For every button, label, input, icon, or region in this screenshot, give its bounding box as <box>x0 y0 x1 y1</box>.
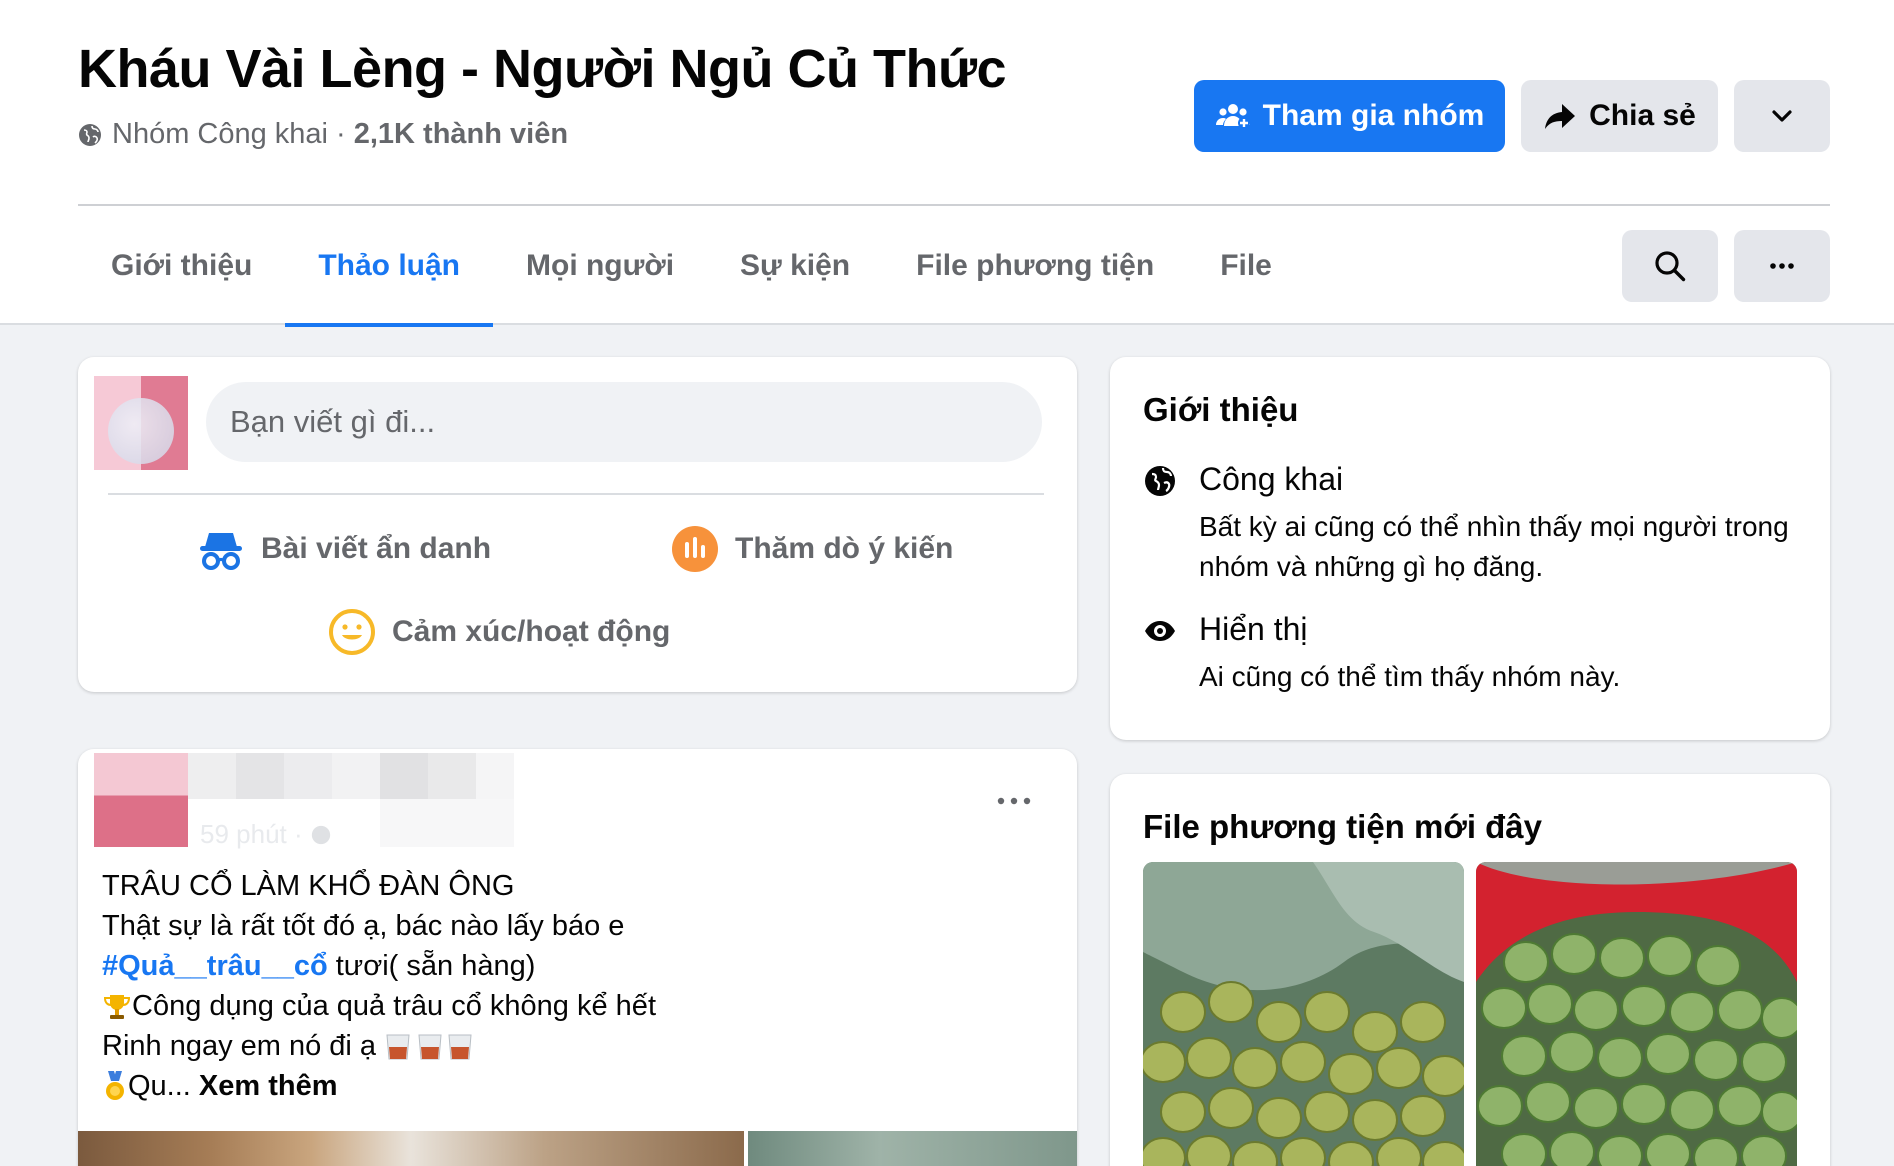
join-group-button[interactable]: Tham gia nhóm <box>1194 80 1505 152</box>
chevron-down-icon <box>1772 110 1792 122</box>
poll-label: Thăm dò ý kiến <box>735 532 954 565</box>
post-line: Rinh ngay em nó đi ạ <box>102 1026 656 1066</box>
incognito-icon <box>200 533 242 570</box>
hashtag-link[interactable]: #Quả__trâu__cổ <box>102 950 328 982</box>
post-more-icon[interactable] <box>992 789 1036 813</box>
more-options-button[interactable] <box>1734 80 1830 152</box>
search-icon <box>1655 251 1686 282</box>
post-line: Qu... Xem thêm <box>102 1066 656 1106</box>
eye-icon <box>1145 621 1175 641</box>
medal-icon <box>106 1071 124 1101</box>
post-line-text: Qu... <box>128 1070 191 1102</box>
tab-media[interactable]: File phương tiện <box>883 206 1187 325</box>
tab-discussion[interactable]: Thảo luận <box>285 206 493 327</box>
about-public-heading: Công khai <box>1199 461 1344 497</box>
smiley-icon <box>329 609 375 655</box>
recent-media-card: File phương tiện mới đây <box>1110 774 1830 1166</box>
group-privacy: Nhóm Công khai · <box>112 118 346 150</box>
share-arrow-icon <box>1545 104 1576 129</box>
share-button[interactable]: Chia sẻ <box>1521 80 1718 152</box>
tumbler-glass-icon <box>386 1034 472 1060</box>
post-line: Thật sự là rất tốt đó ạ, bác nào lấy báo… <box>102 910 625 942</box>
post-line: Công dụng của quả trâu cổ không kể hết <box>102 986 656 1026</box>
avatar[interactable] <box>94 376 188 470</box>
post-line: TRÂU CỔ LÀM KHỔ ĐÀN ÔNG <box>102 870 515 902</box>
poll-button[interactable]: Thăm dò ý kiến <box>671 525 953 573</box>
about-visible-description: Ai cũng có thể tìm thấy nhóm này. <box>1199 661 1621 692</box>
post-line-text: Công dụng của quả trâu cổ không kể hết <box>132 990 656 1022</box>
fruit-photo-icon <box>1143 862 1464 1166</box>
tab-files[interactable]: File <box>1187 206 1305 325</box>
post-image[interactable] <box>78 1131 744 1166</box>
tab-events[interactable]: Sự kiện <box>707 206 883 325</box>
post-time-text: 59 phút · <box>200 819 303 849</box>
share-label: Chia sẻ <box>1589 99 1696 132</box>
trophy-icon <box>103 995 131 1020</box>
tab-about[interactable]: Giới thiệu <box>78 206 285 325</box>
join-group-label: Tham gia nhóm <box>1262 99 1485 132</box>
media-thumbnail[interactable] <box>1143 862 1464 1166</box>
group-meta: Nhóm Công khai · 2,1K thành viên <box>78 118 568 151</box>
post-author-avatar[interactable] <box>94 753 188 847</box>
media-thumbnail[interactable] <box>1476 862 1797 1166</box>
more-tab-options-button[interactable] <box>1734 230 1830 302</box>
people-icon <box>1215 104 1250 129</box>
anonymous-post-button[interactable]: Bài viết ẩn danh <box>197 525 491 573</box>
recent-media-title: File phương tiện mới đây <box>1143 808 1543 845</box>
poll-icon <box>672 526 718 572</box>
group-header: Kháu Vài Lèng - Người Ngủ Củ Thức Nhóm C… <box>0 0 1894 327</box>
feeling-activity-label: Cảm xúc/hoạt động <box>392 615 671 648</box>
see-more-link[interactable]: Xem thêm <box>199 1070 338 1102</box>
globe-icon <box>1145 466 1175 496</box>
post-line-text: Rinh ngay em nó đi ạ <box>102 1030 385 1062</box>
tab-people[interactable]: Mọi người <box>493 206 707 325</box>
anonymous-post-label: Bài viết ẩn danh <box>261 532 492 565</box>
feed-post: 59 phút · TRÂU CỔ LÀM KHỔ ĐÀN ÔNG Thật s… <box>78 749 1077 1166</box>
composer-divider <box>108 493 1044 495</box>
more-dots-icon <box>1770 263 1794 269</box>
globe-icon <box>311 825 330 844</box>
post-line-rest: tươi( sẵn hàng) <box>327 950 536 982</box>
post-text: TRÂU CỔ LÀM KHỔ ĐÀN ÔNG Thật sự là rất t… <box>102 866 656 1106</box>
about-card: Giới thiệu Công khai Bất kỳ ai cũng có t… <box>1110 357 1830 740</box>
fruit-photo-icon <box>1476 862 1797 1166</box>
group-tabs: Giới thiệu Thảo luận Mọi người Sự kiện F… <box>78 206 1305 327</box>
globe-icon <box>79 123 101 146</box>
post-timestamp[interactable]: 59 phút · <box>200 819 331 850</box>
about-visible-heading: Hiển thị <box>1199 611 1308 647</box>
post-image[interactable] <box>748 1131 1077 1166</box>
search-button[interactable] <box>1622 230 1718 302</box>
group-member-count[interactable]: 2,1K thành viên <box>354 118 568 151</box>
about-public-description: Bất kỳ ai cũng có thể nhìn thấy mọi ngườ… <box>1199 511 1789 582</box>
about-title: Giới thiệu <box>1143 391 1299 428</box>
feeling-activity-button[interactable]: Cảm xúc/hoạt động <box>328 608 670 656</box>
group-title: Kháu Vài Lèng - Người Ngủ Củ Thức <box>78 39 1007 99</box>
post-line: #Quả__trâu__cổ tươi( sẵn hàng) <box>102 946 656 986</box>
composer-input[interactable]: Bạn viết gì đi... <box>206 382 1042 462</box>
